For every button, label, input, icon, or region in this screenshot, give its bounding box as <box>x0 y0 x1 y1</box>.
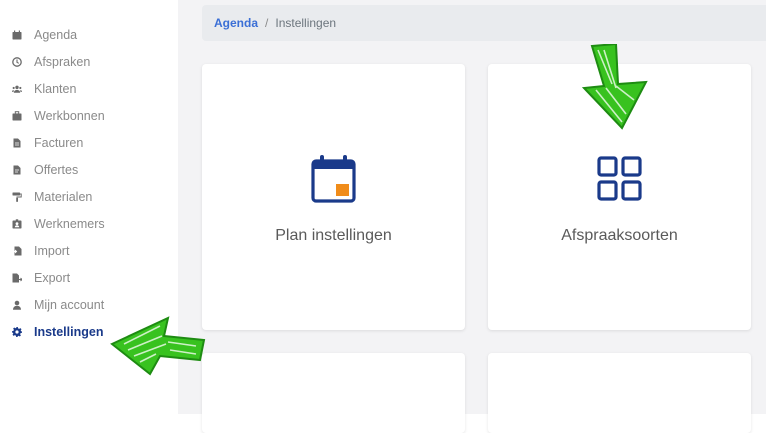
annotation-arrow-down-icon <box>582 44 648 130</box>
users-icon <box>11 83 23 95</box>
id-badge-icon <box>11 218 23 230</box>
sidebar-item-label: Materialen <box>34 189 93 204</box>
card-plan-instellingen[interactable]: Plan instellingen <box>202 64 465 330</box>
sidebar-item-klanten[interactable]: Klanten <box>0 75 178 102</box>
sidebar-item-label: Afspraken <box>34 54 91 69</box>
import-icon <box>11 245 23 257</box>
user-icon <box>11 299 23 311</box>
sidebar-item-werknemers[interactable]: Werknemers <box>0 210 178 237</box>
sidebar-item-label: Facturen <box>34 135 84 150</box>
sidebar-item-label: Klanten <box>34 81 77 96</box>
sidebar-item-export[interactable]: Export <box>0 264 178 291</box>
sidebar-item-label: Werkbonnen <box>34 108 105 123</box>
sidebar-item-offertes[interactable]: Offertes <box>0 156 178 183</box>
breadcrumb: Agenda / Instellingen <box>202 5 766 41</box>
sidebar-item-werkbonnen[interactable]: Werkbonnen <box>0 102 178 129</box>
clock-icon <box>11 56 23 68</box>
sidebar-item-label: Agenda <box>34 27 78 42</box>
sidebar-item-label: Export <box>34 270 71 285</box>
card-title: Plan instellingen <box>275 227 392 244</box>
sidebar-item-import[interactable]: Import <box>0 237 178 264</box>
sidebar-item-label: Mijn account <box>34 297 105 312</box>
sidebar-item-label: Werknemers <box>34 216 105 231</box>
card-title: Afspraaksoorten <box>561 227 678 244</box>
card-placeholder[interactable] <box>488 353 751 433</box>
sidebar-item-materialen[interactable]: Materialen <box>0 183 178 210</box>
sidebar-item-afspraken[interactable]: Afspraken <box>0 48 178 75</box>
breadcrumb-current: Instellingen <box>275 16 337 30</box>
annotation-arrow-left-icon <box>110 316 206 376</box>
sidebar-item-agenda[interactable]: Agenda <box>0 21 178 48</box>
paint-roller-icon <box>11 191 23 203</box>
grid-icon <box>596 156 642 201</box>
sidebar-item-label: Offertes <box>34 162 79 177</box>
card-placeholder[interactable] <box>202 353 465 433</box>
breadcrumb-separator: / <box>265 16 269 30</box>
sidebar-item-label: Import <box>34 243 70 258</box>
main-content: Agenda / Instellingen Plan instellingen … <box>178 0 766 433</box>
sidebar-item-label: Instellingen <box>34 324 104 339</box>
calendar-icon <box>11 29 23 41</box>
invoice-icon <box>11 137 23 149</box>
sidebar-item-facturen[interactable]: Facturen <box>0 129 178 156</box>
quote-icon <box>11 164 23 176</box>
breadcrumb-link-agenda[interactable]: Agenda <box>214 16 258 30</box>
gear-icon <box>11 326 23 338</box>
calendar-icon <box>310 155 356 203</box>
export-icon <box>11 272 23 284</box>
briefcase-icon <box>11 110 23 122</box>
sidebar-nav: Agenda Afspraken Klanten Werkbonnen Fact… <box>0 21 178 345</box>
